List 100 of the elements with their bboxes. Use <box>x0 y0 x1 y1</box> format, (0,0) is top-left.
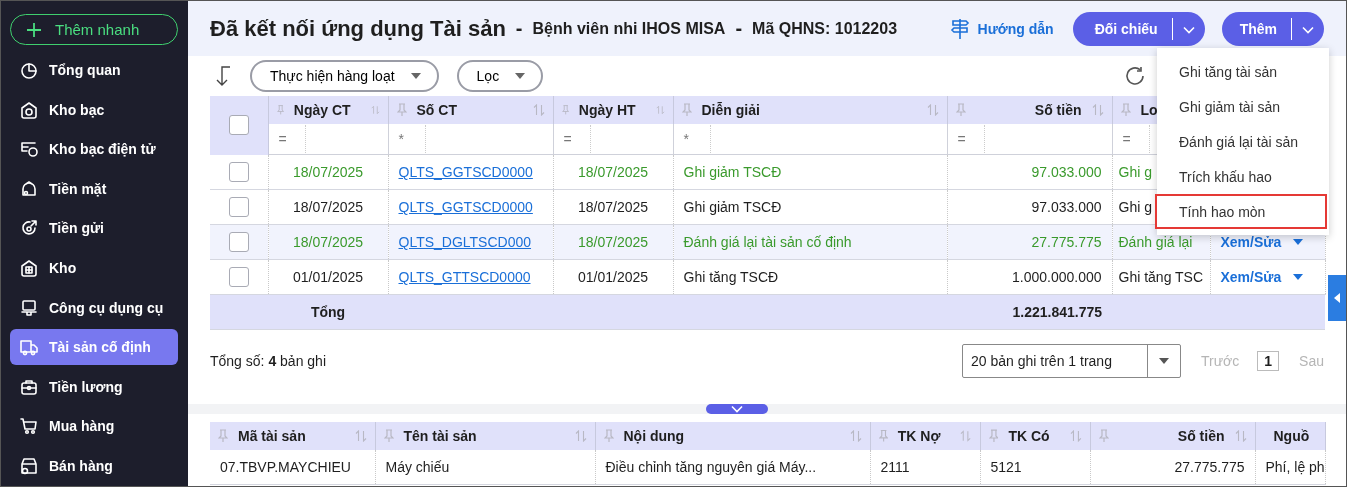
filter-operator[interactable]: = <box>1112 125 1150 153</box>
sidebar-item[interactable]: Mua hàng <box>10 408 178 445</box>
pin-icon[interactable] <box>955 103 966 117</box>
table-cell: Ghi g <box>1118 199 1152 215</box>
pin-icon[interactable] <box>603 429 614 443</box>
unit-code: Mã QHNS: 1012203 <box>752 19 898 38</box>
sort-icon[interactable] <box>532 104 545 116</box>
collapse-handle[interactable] <box>706 404 768 414</box>
pin-icon[interactable] <box>878 429 888 443</box>
pin-icon[interactable] <box>681 103 692 117</box>
column-header: Tên tài sản <box>403 428 477 444</box>
sidebar-item[interactable]: Tài sản cố định <box>10 329 178 366</box>
filter-dropdown[interactable]: Lọc <box>456 60 544 92</box>
row-checkbox[interactable] <box>228 267 249 287</box>
table-cell: Ghi g <box>1118 164 1152 180</box>
column-header: Diễn giải <box>701 102 760 118</box>
table-cell: 97.033.000 <box>1031 199 1102 215</box>
sort-icon[interactable] <box>960 430 972 442</box>
filter-operator[interactable]: = <box>947 125 985 153</box>
separator-text: - <box>515 17 523 40</box>
voucher-link[interactable]: QLTS_GGTSCD0000 <box>398 199 533 215</box>
menu-item[interactable]: Ghi giảm tài sản <box>1157 89 1329 124</box>
pin-icon[interactable] <box>988 429 999 443</box>
column-header: Số tiền <box>1177 428 1225 444</box>
split-button[interactable]: Đối chiếu <box>1072 11 1205 46</box>
sidebar-item[interactable]: Kho <box>10 250 178 287</box>
table-cell: Phí, lệ ph <box>1265 459 1324 475</box>
table-cell: Ghi giảm TSCĐ <box>683 199 782 215</box>
sidebar-item[interactable]: Tiền lương <box>10 368 178 405</box>
table-cell: Ghi tăng TSCĐ <box>683 269 779 285</box>
sort-icon[interactable] <box>849 430 862 442</box>
menu-item[interactable]: Tính hao mòn <box>1155 194 1327 229</box>
guide-link[interactable]: Hướng dẫn <box>949 17 1054 40</box>
sidebar-item[interactable]: Kho bạc điện tử <box>10 131 178 168</box>
pin-icon[interactable] <box>1098 429 1109 443</box>
sidebar-item[interactable]: Tiền mặt <box>10 170 178 207</box>
row-checkbox[interactable] <box>228 232 249 252</box>
column-header: Nguồ <box>1273 428 1310 444</box>
refresh-icon[interactable] <box>1124 65 1146 87</box>
pin-icon[interactable] <box>276 103 284 117</box>
filter-operator[interactable]: = <box>268 125 306 153</box>
sort-icon[interactable] <box>354 430 367 442</box>
voucher-link[interactable]: QLTS_GGTSCD0000 <box>398 164 533 180</box>
pin-icon[interactable] <box>383 429 394 443</box>
sort-icon[interactable] <box>370 104 380 116</box>
view-edit-link[interactable]: Xem/Sửa <box>1220 269 1304 285</box>
table-cell: Ghi giảm TSCĐ <box>683 164 782 180</box>
house-coin-icon <box>19 99 39 120</box>
table-cell: 18/07/2025 <box>577 234 649 250</box>
pin-icon[interactable] <box>218 429 228 443</box>
table-cell: Ghi tăng TSC <box>1118 269 1204 285</box>
truck-icon <box>19 337 39 358</box>
row-checkbox[interactable] <box>228 197 249 217</box>
sidebar-item[interactable]: Bán hàng <box>10 448 178 485</box>
table-cell: 18/07/2025 <box>292 234 364 250</box>
page-size-select[interactable]: 20 bản ghi trên 1 trang <box>962 344 1182 378</box>
card-coin-icon <box>19 139 39 160</box>
sort-icon[interactable] <box>1234 430 1247 442</box>
select-all-checkbox[interactable] <box>228 115 249 136</box>
voucher-link[interactable]: QLTS_GTTSCD0000 <box>398 269 531 285</box>
sort-icon[interactable] <box>574 430 587 442</box>
sort-icon[interactable] <box>655 104 665 116</box>
pin-icon[interactable] <box>1120 103 1131 117</box>
row-checkbox[interactable] <box>228 161 249 182</box>
total-label: Tổng <box>310 304 346 320</box>
warehouse-icon <box>19 258 39 279</box>
separator-text: - <box>735 17 743 40</box>
column-header: Ngày HT <box>578 102 636 118</box>
table-cell: Máy chiếu <box>385 459 450 475</box>
sort-icon[interactable] <box>926 104 939 116</box>
menu-item[interactable]: Ghi tăng tài sản <box>1157 54 1329 89</box>
table-cell: 5121 <box>990 459 1022 475</box>
table-cell: 01/01/2025 <box>577 269 649 285</box>
caret-icon <box>1334 293 1340 303</box>
sidebar-item[interactable]: Kho bạc <box>10 91 178 128</box>
menu-item[interactable]: Đánh giá lại tài sản <box>1157 124 1329 159</box>
cart-icon <box>19 416 39 437</box>
menu-item[interactable]: Trích khấu hao <box>1157 159 1329 194</box>
sidebar-item[interactable]: Công cụ dụng cụ <box>10 289 178 326</box>
page-number[interactable]: 1 <box>1257 351 1280 371</box>
column-header: Số tiền <box>1034 102 1082 118</box>
split-button[interactable]: Thêm <box>1221 11 1324 46</box>
pin-icon[interactable] <box>396 103 407 117</box>
table-cell: 01/01/2025 <box>292 269 364 285</box>
filter-operator[interactable]: = <box>553 125 591 153</box>
chevron-icon <box>1182 25 1195 34</box>
pin-icon[interactable] <box>561 103 569 117</box>
filter-operator[interactable]: * <box>673 125 711 153</box>
sort-icon[interactable] <box>1069 430 1082 442</box>
sidebar-item[interactable]: Tiền gửi <box>10 210 178 247</box>
chevron-icon <box>731 405 743 413</box>
sort-icon[interactable] <box>1091 104 1104 116</box>
table-cell: 18/07/2025 <box>292 199 364 215</box>
page-title: Đã kết nối ứng dụng Tài sản <box>210 15 506 42</box>
bulk-action-dropdown[interactable]: Thực hiện hàng loạt <box>250 60 439 92</box>
sidebar-item[interactable]: Tổng quan <box>10 52 178 89</box>
side-panel-tab[interactable] <box>1328 275 1346 321</box>
column-header: TK Nợ <box>897 428 941 444</box>
filter-operator[interactable]: * <box>388 125 426 153</box>
column-header: Nội dung <box>623 428 685 444</box>
